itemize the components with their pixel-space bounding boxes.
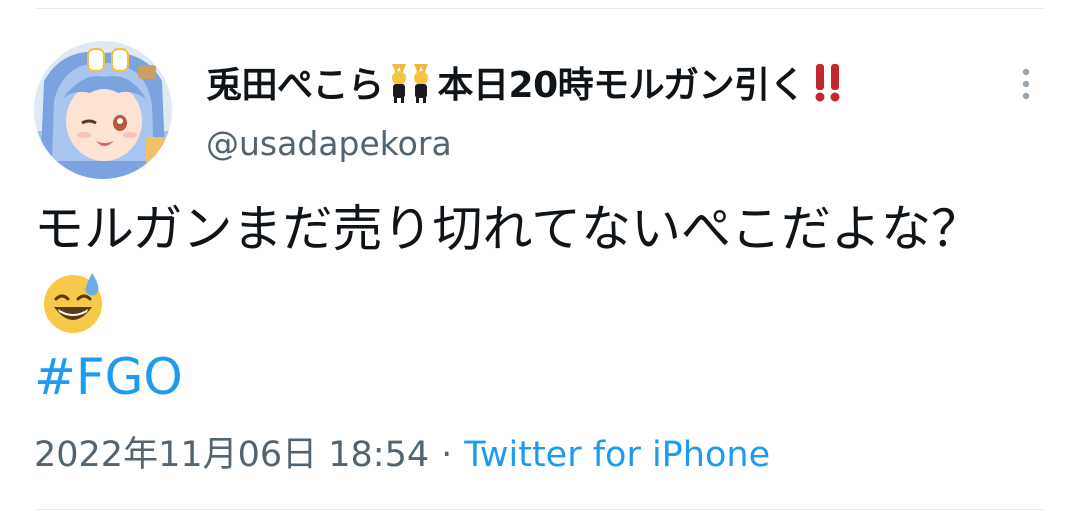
top-divider	[35, 8, 1045, 9]
display-name-part-2: 本日20時モルガン引く	[437, 65, 806, 106]
display-name-part-1: 兎田ぺこら	[206, 65, 384, 106]
tweet-body: モルガンまだ売り切れてないぺこだよな？	[34, 200, 981, 258]
double-exclamation-icon	[811, 60, 845, 104]
more-vertical-icon	[1022, 68, 1030, 100]
timestamp[interactable]: 2022年11月06日 18:54	[34, 435, 429, 475]
tweet-card: 兎田ぺこら 本日20時モルガン引く @usadapekora モルガンまだ売り切…	[0, 0, 1080, 523]
source-link[interactable]: Twitter for iPhone	[464, 435, 770, 475]
avatar-image	[34, 41, 172, 179]
avatar[interactable]	[34, 41, 172, 179]
user-handle[interactable]: @usadapekora	[206, 124, 452, 163]
people-with-bunny-ears-icon	[384, 60, 438, 104]
meta-separator: ·	[441, 435, 453, 475]
hashtag-link[interactable]: #FGO	[34, 340, 183, 415]
tweet-text: モルガンまだ売り切れてないぺこだよな？	[34, 192, 1024, 342]
more-options-button[interactable]	[1014, 64, 1038, 104]
tweet-meta: 2022年11月06日 18:54 · Twitter for iPhone	[34, 430, 770, 480]
grinning-face-with-sweat-icon	[40, 269, 106, 335]
display-name[interactable]: 兎田ぺこら 本日20時モルガン引く	[206, 56, 845, 108]
bottom-divider	[35, 509, 1045, 510]
